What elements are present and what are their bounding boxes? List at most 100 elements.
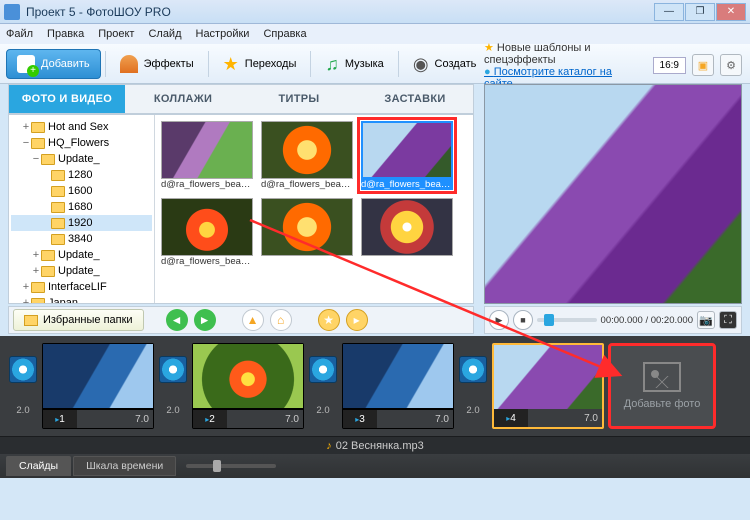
nav-up-button[interactable]: ▲ xyxy=(242,309,264,331)
close-button[interactable]: ✕ xyxy=(716,3,746,21)
seek-slider[interactable] xyxy=(537,318,597,322)
star-icon: ★ xyxy=(223,55,239,73)
timeline-slide[interactable]: 17.0 xyxy=(42,343,154,429)
tree-node[interactable]: +Hot and Sex xyxy=(11,119,152,135)
tree-node[interactable]: −HQ_Flowers xyxy=(11,135,152,151)
add-photo-icon xyxy=(17,55,35,73)
favorites-label: Избранные папки xyxy=(43,314,133,326)
timeline-panel: 2.017.02.027.02.037.02.047.0Добавьте фот… xyxy=(0,336,750,478)
tab-titles[interactable]: ТИТРЫ xyxy=(241,85,357,113)
aspect-ratio-selector[interactable]: 16:9 xyxy=(653,57,686,74)
add-button[interactable]: Добавить xyxy=(6,49,101,79)
snapshot-button[interactable]: 📷 xyxy=(697,311,715,329)
browser-panel: +Hot and Sex−HQ_Flowers−Update_128016001… xyxy=(8,114,474,304)
view-timeline-tab[interactable]: Шкала времени xyxy=(73,456,176,476)
transition-icon xyxy=(309,356,337,383)
thumbnail[interactable] xyxy=(261,198,353,267)
header-right: Новые шаблоны и спецэффекты Посмотрите к… xyxy=(484,48,742,82)
favorites-button[interactable]: Избранные папки xyxy=(13,309,144,331)
zoom-slider[interactable] xyxy=(186,464,276,468)
preview-pane xyxy=(484,84,742,304)
thumbnail[interactable]: d@ra_flowers_beauty (33… xyxy=(161,121,253,190)
theme-button[interactable]: ▣ xyxy=(692,54,714,76)
transition-slot[interactable]: 2.0 xyxy=(458,356,488,416)
thumbnail[interactable]: d@ra_flowers_beauty (46… xyxy=(361,121,453,190)
tab-photo-video[interactable]: ФОТО И ВИДЕО xyxy=(9,85,125,113)
view-slides-tab[interactable]: Слайды xyxy=(6,456,71,476)
thumbnail[interactable]: d@ra_flowers_beauty (47… xyxy=(161,198,253,267)
thumbnail[interactable] xyxy=(361,198,453,267)
tree-node[interactable]: 3840 xyxy=(11,231,152,247)
time-display: 00:00.000 / 00:20.000 xyxy=(601,315,693,326)
transition-icon xyxy=(159,356,187,383)
slide-index: 3 xyxy=(343,410,377,428)
film-reel-icon: ◉ xyxy=(413,55,429,73)
fullscreen-button[interactable]: ⛶ xyxy=(719,311,737,329)
thumbnail-image xyxy=(361,198,453,256)
timeline-slide[interactable]: 47.0 xyxy=(492,343,604,429)
transition-slot[interactable]: 2.0 xyxy=(308,356,338,416)
nav-forward-button[interactable]: ► xyxy=(194,309,216,331)
preview-controls: ▶ ■ 00:00.000 / 00:20.000 📷 ⛶ xyxy=(484,306,742,334)
folder-tree[interactable]: +Hot and Sex−HQ_Flowers−Update_128016001… xyxy=(9,115,155,303)
thumbnail-caption: d@ra_flowers_beauty (47… xyxy=(161,256,253,267)
menu-slide[interactable]: Слайд xyxy=(148,28,181,40)
create-button[interactable]: ◉ Создать xyxy=(403,49,487,79)
transition-icon xyxy=(9,356,37,383)
menu-edit[interactable]: Правка xyxy=(47,28,84,40)
preview-image xyxy=(485,85,741,303)
tab-screensavers[interactable]: ЗАСТАВКИ xyxy=(357,85,473,113)
transition-duration: 2.0 xyxy=(166,405,179,416)
music-button[interactable]: ♫ Музыка xyxy=(315,49,393,79)
zoom-knob[interactable] xyxy=(213,460,221,472)
open-folder-button[interactable]: ▸ xyxy=(346,309,368,331)
audio-track[interactable]: ♪ 02 Веснянка.mp3 xyxy=(0,436,750,454)
slide-duration: 7.0 xyxy=(528,409,602,427)
gear-icon: ⚙ xyxy=(726,59,736,72)
tree-node[interactable]: +Update_ xyxy=(11,263,152,279)
thumbnail-image xyxy=(361,121,453,179)
tree-node[interactable]: +Japan xyxy=(11,295,152,303)
tree-node[interactable]: −Update_ xyxy=(11,151,152,167)
timeline-slide[interactable]: 37.0 xyxy=(342,343,454,429)
window-title: Проект 5 - ФотоШОУ PRO xyxy=(26,5,171,19)
seek-knob[interactable] xyxy=(544,314,554,326)
slide-image xyxy=(343,344,453,408)
transition-slot[interactable]: 2.0 xyxy=(158,356,188,416)
tree-node[interactable]: 1680 xyxy=(11,199,152,215)
nav-back-button[interactable]: ◄ xyxy=(166,309,188,331)
timeline-slide[interactable]: 27.0 xyxy=(192,343,304,429)
slide-strip[interactable]: 2.017.02.027.02.037.02.047.0Добавьте фот… xyxy=(0,336,750,436)
thumbnail[interactable]: d@ra_flowers_beauty (45… xyxy=(261,121,353,190)
stop-button[interactable]: ■ xyxy=(513,310,533,330)
slide-image xyxy=(193,344,303,408)
tree-node[interactable]: 1600 xyxy=(11,183,152,199)
tree-node[interactable]: 1280 xyxy=(11,167,152,183)
transitions-button[interactable]: ★ Переходы xyxy=(213,49,307,79)
tree-node[interactable]: +InterfaceLIF xyxy=(11,279,152,295)
effects-button[interactable]: Эффекты xyxy=(110,49,204,79)
menu-help[interactable]: Справка xyxy=(263,28,306,40)
thumbnail-grid: d@ra_flowers_beauty (33…d@ra_flowers_bea… xyxy=(155,115,473,303)
minimize-button[interactable]: — xyxy=(654,3,684,21)
tree-node[interactable]: +Update_ xyxy=(11,247,152,263)
transition-slot[interactable]: 2.0 xyxy=(8,356,38,416)
music-note-icon: ♫ xyxy=(325,55,339,73)
add-photo-label: Добавьте фото xyxy=(624,398,701,410)
maximize-button[interactable]: ❐ xyxy=(685,3,715,21)
menu-settings[interactable]: Настройки xyxy=(196,28,250,40)
thumbnail-image xyxy=(261,198,353,256)
nav-home-button[interactable]: ⌂ xyxy=(270,309,292,331)
slide-index: 2 xyxy=(193,410,227,428)
palette-icon xyxy=(120,55,138,73)
thumbnail-image xyxy=(261,121,353,179)
add-photo-slot[interactable]: Добавьте фото xyxy=(608,343,716,429)
play-button[interactable]: ▶ xyxy=(489,310,509,330)
settings-button[interactable]: ⚙ xyxy=(720,54,742,76)
tree-node[interactable]: 1920 xyxy=(11,215,152,231)
thumbnail-image xyxy=(161,198,253,256)
menu-project[interactable]: Проект xyxy=(98,28,134,40)
add-folder-button[interactable]: ★ xyxy=(318,309,340,331)
tab-collages[interactable]: КОЛЛАЖИ xyxy=(125,85,241,113)
menu-file[interactable]: Файл xyxy=(6,28,33,40)
